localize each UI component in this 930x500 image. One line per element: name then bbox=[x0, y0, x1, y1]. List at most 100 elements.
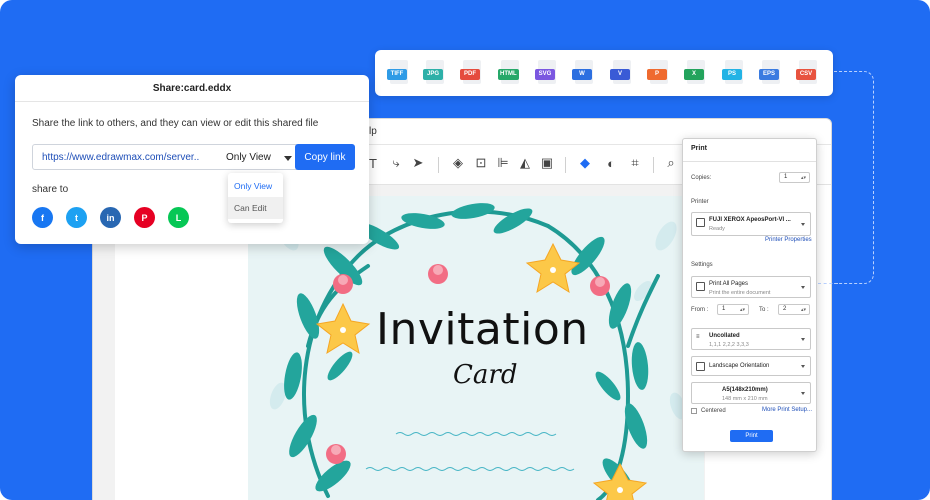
menu-help-fragment[interactable]: lp bbox=[369, 126, 377, 137]
from-value: 1 bbox=[722, 306, 726, 312]
print-pages-title: Print All Pages bbox=[709, 281, 749, 287]
share-link-field[interactable]: https://www.edrawmax.com/server.. Only V… bbox=[32, 144, 299, 170]
format-ppt-icon[interactable]: P bbox=[647, 60, 669, 86]
chevron-down-icon bbox=[801, 365, 805, 368]
format-eps-icon[interactable]: EPS bbox=[759, 60, 781, 86]
image-icon[interactable]: ▣ bbox=[537, 153, 557, 173]
twitter-icon[interactable]: t bbox=[66, 207, 87, 228]
stepper-arrows-icon[interactable]: ▴▾ bbox=[740, 306, 745, 315]
social-glyph: t bbox=[75, 212, 78, 223]
flip-icon[interactable]: ◭ bbox=[515, 153, 535, 173]
invitation-subtitle: Card bbox=[453, 360, 518, 390]
to-page-stepper[interactable]: 2 ▴▾ bbox=[778, 304, 810, 315]
format-label: PDF bbox=[460, 69, 480, 80]
format-ps-icon[interactable]: PS bbox=[722, 60, 744, 86]
line-app-icon[interactable]: L bbox=[168, 207, 189, 228]
screenshot-root: lp T ⤷ ➤ ◈ ⊡ ⊫ ◭ ▣ ◆ ◐ ⌗ ⌕ Invitation Ca… bbox=[0, 0, 930, 500]
paper-size-title: A5(148x210mm) bbox=[722, 387, 768, 393]
copies-label: Copies: bbox=[691, 175, 712, 181]
stepper-arrows-icon[interactable]: ▴▾ bbox=[801, 174, 806, 183]
search-icon[interactable]: ⌕ bbox=[661, 153, 681, 173]
chevron-down-icon[interactable] bbox=[284, 156, 292, 161]
linkedin-icon[interactable]: in bbox=[100, 207, 121, 228]
print-dialog-title: Print bbox=[691, 145, 707, 152]
format-excel-icon[interactable]: X bbox=[684, 60, 706, 86]
more-print-setup-link[interactable]: More Print Setup... bbox=[762, 407, 812, 413]
chevron-down-icon bbox=[801, 223, 805, 226]
format-visio-icon[interactable]: V bbox=[610, 60, 632, 86]
dropdown-option-can-edit[interactable]: Can Edit bbox=[228, 197, 283, 219]
format-label: PS bbox=[722, 69, 742, 80]
printer-label: Printer bbox=[691, 199, 709, 205]
print-pages-subtitle: Print the entire document bbox=[709, 290, 771, 296]
format-label: JPG bbox=[423, 69, 443, 80]
orientation-value: Landscape Orientation bbox=[709, 363, 770, 369]
stepper-arrows-icon[interactable]: ▴▾ bbox=[801, 306, 806, 315]
social-glyph: in bbox=[106, 212, 115, 223]
format-pdf-icon[interactable]: PDF bbox=[460, 60, 482, 86]
format-jpg-icon[interactable]: JPG bbox=[423, 60, 445, 86]
pointer-tool-icon[interactable]: ➤ bbox=[408, 153, 428, 173]
crop-icon[interactable]: ⌗ bbox=[625, 153, 645, 173]
dropdown-option-only-view[interactable]: Only View bbox=[228, 175, 283, 197]
copies-stepper[interactable]: 1 ▴▾ bbox=[779, 172, 810, 183]
printer-status: Ready bbox=[709, 226, 725, 232]
social-glyph: L bbox=[175, 212, 182, 223]
social-glyph: f bbox=[41, 212, 44, 223]
format-label: EPS bbox=[759, 69, 779, 80]
copy-link-button[interactable]: Copy link bbox=[295, 144, 355, 170]
settings-label: Settings bbox=[691, 262, 713, 268]
crop-frame-icon[interactable]: ⊡ bbox=[471, 153, 491, 173]
print-button[interactable]: Print bbox=[730, 430, 773, 442]
format-svg-icon[interactable]: SVG bbox=[535, 60, 557, 86]
connector-tool-icon[interactable]: ⤷ bbox=[386, 153, 406, 173]
connector-line bbox=[834, 71, 874, 284]
print-dialog: Print Copies: 1 ▴▾ Printer FUJI XEROX Ape… bbox=[682, 138, 817, 452]
format-csv-icon[interactable]: CSV bbox=[796, 60, 818, 86]
printer-select[interactable]: FUJI XEROX ApeosPort-VI ... Ready bbox=[691, 212, 811, 236]
format-html-icon[interactable]: HTML bbox=[498, 60, 520, 86]
pinterest-icon[interactable]: P bbox=[134, 207, 155, 228]
collation-select[interactable]: ≡ Uncollated 1,1,1 2,2,2 3,3,3 bbox=[691, 328, 811, 350]
shape-style-icon[interactable]: ◐ bbox=[601, 153, 621, 173]
orientation-select[interactable]: Landscape Orientation bbox=[691, 356, 811, 376]
format-label: W bbox=[572, 69, 592, 80]
format-word-icon[interactable]: W bbox=[572, 60, 594, 86]
format-label: V bbox=[610, 69, 630, 80]
pages-icon bbox=[696, 282, 705, 291]
permission-select-value[interactable]: Only View bbox=[226, 152, 271, 163]
share-description: Share the link to others, and they can v… bbox=[32, 118, 319, 129]
chevron-down-icon bbox=[801, 286, 805, 289]
fill-color-icon[interactable]: ◆ bbox=[575, 153, 595, 173]
collate-icon: ≡ bbox=[696, 334, 700, 340]
align-icon[interactable]: ⊫ bbox=[493, 153, 513, 173]
centered-checkbox[interactable] bbox=[691, 408, 697, 414]
format-tiff-icon[interactable]: TIFF bbox=[387, 60, 409, 86]
print-pages-select[interactable]: Print All Pages Print the entire documen… bbox=[691, 276, 811, 298]
facebook-icon[interactable]: f bbox=[32, 207, 53, 228]
connector-line-bottom bbox=[818, 283, 838, 284]
to-label: To : bbox=[759, 307, 769, 313]
from-label: From : bbox=[691, 307, 709, 313]
format-label: CSV bbox=[796, 69, 816, 80]
social-glyph: P bbox=[141, 212, 148, 223]
share-to-label: share to bbox=[32, 184, 69, 195]
format-label: TIFF bbox=[387, 69, 407, 80]
invitation-title: Invitation bbox=[376, 304, 589, 355]
paper-size-select[interactable]: A5(148x210mm) 148 mm x 210 mm bbox=[691, 382, 811, 404]
collation-title: Uncollated bbox=[709, 333, 740, 339]
layers-icon[interactable]: ◈ bbox=[448, 153, 468, 173]
to-value: 2 bbox=[783, 306, 787, 312]
format-label: X bbox=[684, 69, 704, 80]
collation-subtitle: 1,1,1 2,2,2 3,3,3 bbox=[709, 342, 749, 348]
share-dialog: Share:card.eddx Share the link to others… bbox=[15, 75, 369, 244]
printer-properties-link[interactable]: Printer Properties bbox=[765, 237, 812, 243]
printer-name: FUJI XEROX ApeosPort-VI ... bbox=[709, 217, 791, 223]
from-page-stepper[interactable]: 1 ▴▾ bbox=[717, 304, 749, 315]
format-label: SVG bbox=[535, 69, 555, 80]
chevron-down-icon bbox=[801, 338, 805, 341]
permission-dropdown: Only View Can Edit bbox=[228, 173, 283, 223]
format-label: HTML bbox=[498, 69, 519, 80]
centered-label: Centered bbox=[701, 408, 726, 414]
paper-size-subtitle: 148 mm x 210 mm bbox=[722, 396, 768, 402]
